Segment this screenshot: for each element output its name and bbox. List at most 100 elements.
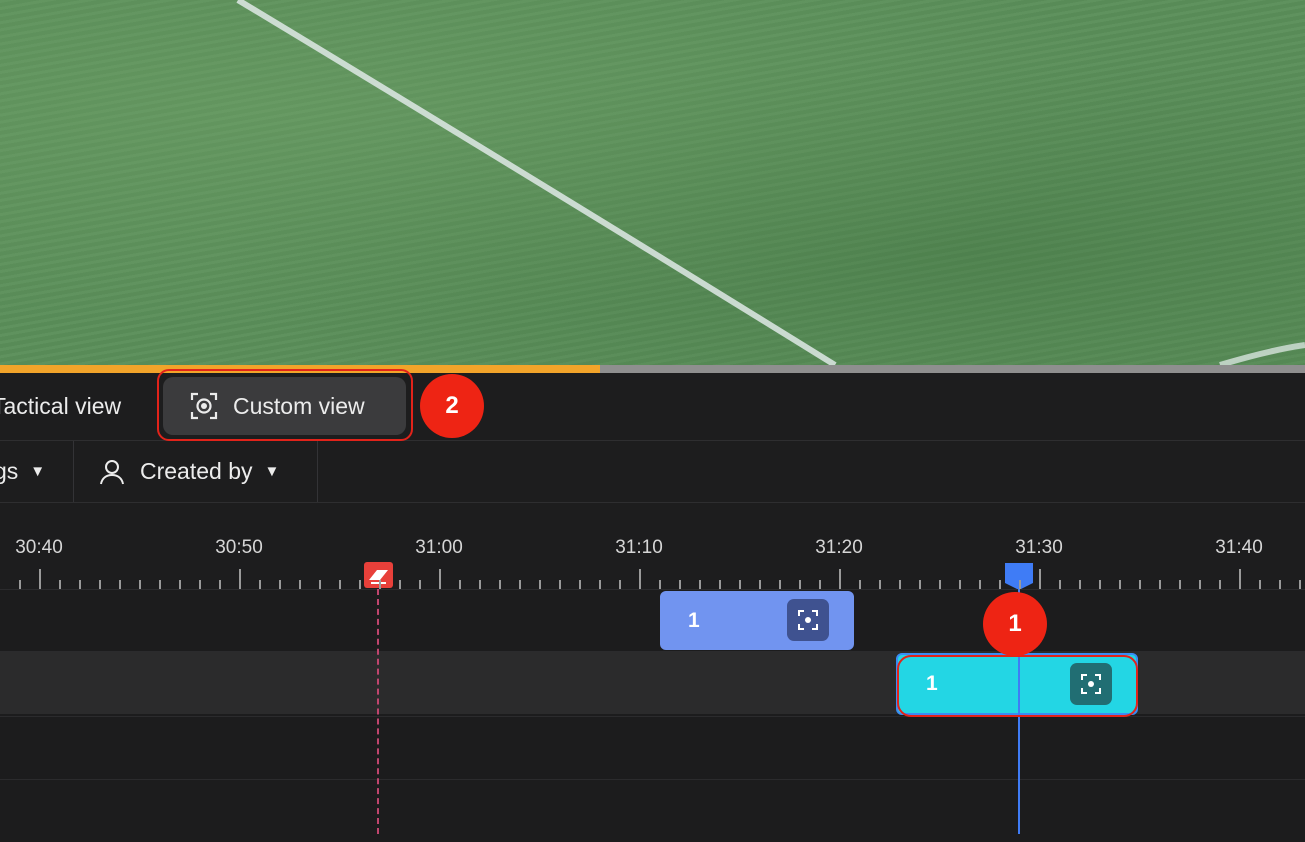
ruler-minor-tick [799,580,801,589]
ruler-minor-tick [499,580,501,589]
timeline-clip[interactable]: 1 [660,591,854,650]
tab-custom-view[interactable]: Custom view [163,377,406,435]
ruler-minor-tick [1119,580,1121,589]
annotation-badge-label: 1 [1008,610,1022,637]
filter-divider [73,441,74,502]
tab-custom-view-label: Custom view [233,392,365,419]
ruler-minor-tick [99,580,101,589]
ruler-minor-tick [179,580,181,589]
ruler-minor-tick [419,580,421,589]
ruler-minor-tick [159,580,161,589]
ruler-minor-tick [619,580,621,589]
ruler-minor-tick [739,580,741,589]
tab-tactical-view-label: Tactical view [0,393,122,419]
ruler-minor-tick [479,580,481,589]
ruler-minor-tick [339,580,341,589]
ruler-minor-tick [859,580,861,589]
tick-label: 31:40 [1215,537,1263,558]
ruler-minor-tick [19,580,21,589]
focus-target-icon [190,392,218,420]
ruler-minor-tick [979,580,981,589]
ruler-minor-tick [219,580,221,589]
ruler-minor-tick [559,580,561,589]
ruler-major-tick [239,569,241,589]
annotation-badge: 1 [983,592,1047,656]
ruler-minor-tick [1019,580,1021,589]
ruler-minor-tick [939,580,941,589]
custom-view-focus-icon[interactable] [787,599,829,641]
ruler-minor-tick [259,580,261,589]
ruler-minor-tick [879,580,881,589]
track-row [0,716,1305,779]
annotation-badge: 2 [420,374,484,438]
tick-label: 31:20 [815,537,863,558]
annotation-badge-label: 2 [445,392,459,419]
video-frame [0,0,1305,365]
ruler-minor-tick [1159,580,1161,589]
track-row [0,589,1305,652]
created-by-filter-label: Created by [140,458,253,484]
ruler-minor-tick [79,580,81,589]
track-row [0,779,1305,842]
ruler-major-tick [1239,569,1241,589]
ruler-minor-tick [1299,580,1301,589]
ruler-major-tick [839,569,841,589]
view-tab-bar: Tactical view Custom view [0,373,1305,441]
ruler-major-tick [39,569,41,589]
ruler-minor-tick [579,580,581,589]
ruler-major-tick [439,569,441,589]
ruler-minor-tick [1219,580,1221,589]
ruler-minor-tick [779,580,781,589]
tick-label: 30:50 [215,537,263,558]
clip-label: 1 [926,672,938,695]
ruler-minor-tick [399,580,401,589]
ruler-minor-tick [1139,580,1141,589]
tick-label: 31:30 [1015,537,1063,558]
timeline-ruler[interactable]: 30:40 30:50 31:00 31:10 31:20 31:30 31:4… [0,503,1305,590]
ruler-minor-tick [139,580,141,589]
tab-tactical-view[interactable]: Tactical view [0,373,121,440]
ruler-minor-tick [659,580,661,589]
caret-down-icon: ▼ [30,463,46,480]
ruler-minor-tick [1059,580,1061,589]
ruler-minor-tick [199,580,201,589]
ruler-minor-tick [1079,580,1081,589]
ruler-minor-tick [599,580,601,589]
ruler-minor-tick [299,580,301,589]
ruler-minor-tick [519,580,521,589]
ruler-minor-tick [1099,580,1101,589]
ruler-minor-tick [759,580,761,589]
tags-filter-label: gs [0,458,19,484]
ruler-major-tick [639,569,641,589]
tick-label: 31:10 [615,537,663,558]
ruler-minor-tick [279,580,281,589]
ruler-minor-tick [819,580,821,589]
ruler-minor-tick [379,580,381,589]
ruler-minor-tick [999,580,1001,589]
clip-label: 1 [688,608,700,632]
ruler-minor-tick [719,580,721,589]
ruler-minor-tick [919,580,921,589]
tags-filter-dropdown[interactable]: gs ▼ [0,441,45,502]
ruler-minor-tick [1259,580,1261,589]
filter-bar: gs ▼ Created by ▼ [0,441,1305,503]
event-marker-line [377,589,379,834]
custom-view-focus-icon[interactable] [1070,663,1112,705]
created-by-filter-dropdown[interactable]: Created by ▼ [98,441,279,502]
ruler-minor-tick [1199,580,1201,589]
ruler-minor-tick [1179,580,1181,589]
person-icon [100,459,124,484]
timeline-clip-selected[interactable]: 1 [896,653,1138,715]
ruler-minor-tick [899,580,901,589]
ruler-minor-tick [459,580,461,589]
ruler-minor-tick [119,580,121,589]
filter-divider [317,441,318,502]
pitch-lines [236,0,1305,365]
ruler-minor-tick [539,580,541,589]
ruler-minor-tick [679,580,681,589]
ruler-minor-tick [699,580,701,589]
ruler-major-tick [1039,569,1041,589]
ruler-minor-tick [1279,580,1281,589]
video-progress-bar[interactable] [0,365,1305,373]
ruler-minor-tick [959,580,961,589]
